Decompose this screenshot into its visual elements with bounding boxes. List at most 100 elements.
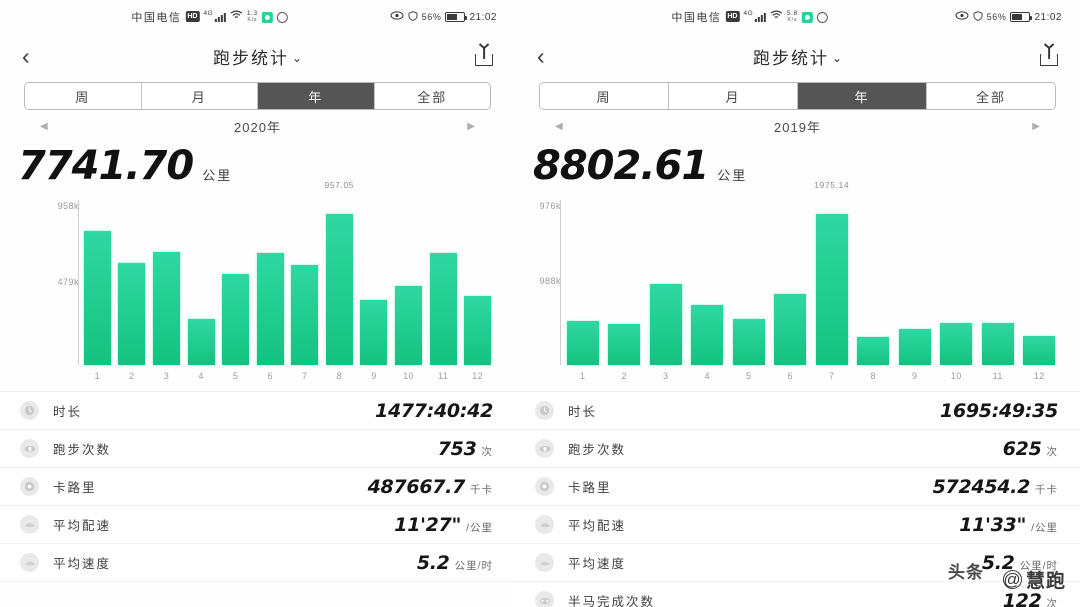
bar-month-4[interactable] <box>691 304 724 365</box>
tab-all[interactable]: 全部 <box>374 83 490 109</box>
network-speed-unit: K/s <box>787 16 798 23</box>
bar-cell <box>287 192 322 365</box>
stat-value: 11'27" <box>394 513 462 536</box>
stat-row[interactable]: 卡路里 487667.7 千卡 <box>0 468 515 506</box>
bar-month-11[interactable] <box>981 322 1014 365</box>
bar-month-6[interactable] <box>256 253 284 365</box>
stat-label: 平均配速 <box>568 519 627 533</box>
chevron-down-icon[interactable]: ⌄ <box>292 51 302 65</box>
bar-month-7[interactable]: 1975.14 <box>814 180 849 365</box>
stats-list: 时长 1477:40:42 跑步次数 753 次卡路里 487667.7 千卡 平均配速 11'… <box>0 391 515 582</box>
bar-month-6[interactable] <box>774 293 807 365</box>
signal-bar <box>214 19 217 22</box>
bar-month-5[interactable] <box>222 274 250 365</box>
stat-row[interactable]: 平均配速 11'33" /公里 <box>515 506 1080 544</box>
stat-value-wrap: 5.2 公里/时 <box>982 552 1058 574</box>
bar-cell <box>80 192 115 365</box>
bar-cell <box>184 192 219 365</box>
bar-month-8[interactable]: 957.05 <box>325 180 354 365</box>
x-axis-tick: 6 <box>787 371 793 381</box>
bar-month-7[interactable] <box>291 264 319 365</box>
bar-cell <box>770 192 812 365</box>
stat-row[interactable]: 平均速度 5.2 公里/时 <box>0 544 515 582</box>
stat-row[interactable]: 时长 1695:49:35 <box>515 392 1080 430</box>
stat-row[interactable]: 平均速度 5.2 公里/时 <box>515 544 1080 582</box>
back-button[interactable]: ‹ <box>22 44 30 68</box>
tab-year[interactable]: 年 <box>798 83 927 109</box>
stat-row[interactable]: 平均配速 11'27" /公里 <box>0 506 515 544</box>
bar-month-12[interactable] <box>464 295 492 365</box>
panel-inner: 中国电信 HD 4G 5.8 K/s 56% 21:02 ‹ 跑步统计 ⌄ 周月年全部 ◀ 2019年 ▶… <box>515 0 1080 607</box>
tab-month[interactable]: 月 <box>669 83 798 109</box>
stat-value: 11'33" <box>959 513 1027 536</box>
bar-cell <box>977 192 1019 365</box>
bar-month-11[interactable] <box>429 253 457 365</box>
network-type-label: 4G <box>743 10 754 17</box>
stat-row[interactable]: 时长 1477:40:42 <box>0 392 515 430</box>
period-next-button[interactable]: ▶ <box>467 121 475 132</box>
bar-month-10[interactable] <box>395 286 422 365</box>
signal-icon: 4G <box>203 10 226 22</box>
bar-cell <box>853 192 895 365</box>
period-prev-button[interactable]: ◀ <box>40 121 48 132</box>
stat-value: 625 <box>1002 437 1042 460</box>
bar-month-5[interactable] <box>732 318 765 365</box>
bar-month-4[interactable] <box>187 319 215 365</box>
tab-year[interactable]: 年 <box>258 83 375 109</box>
period-tabs: 周月年全部 <box>24 82 491 110</box>
bar-month-12[interactable] <box>1023 336 1056 365</box>
tab-week[interactable]: 周 <box>540 83 669 109</box>
bar-month-2[interactable] <box>118 262 146 365</box>
bar-month-2[interactable] <box>608 324 641 365</box>
bar-month-3[interactable] <box>649 283 682 365</box>
chevron-down-icon[interactable]: ⌄ <box>832 51 842 65</box>
stat-row[interactable]: 半马完成次数 122 次 <box>515 582 1080 607</box>
eye-icon <box>390 11 404 23</box>
x-axis-tick: 4 <box>198 371 204 381</box>
network-speed: 1.3 K/s <box>247 10 258 23</box>
period-next-button[interactable]: ▶ <box>1032 121 1040 132</box>
wifi-icon <box>770 10 783 23</box>
signal-bar <box>763 13 766 22</box>
x-axis-tick: 3 <box>663 371 669 381</box>
back-button[interactable]: ‹ <box>537 44 545 68</box>
stat-row[interactable]: 跑步次数 753 次 <box>0 430 515 468</box>
stat-unit: 公里/时 <box>454 559 493 572</box>
tab-week[interactable]: 周 <box>25 83 142 109</box>
stat-row[interactable]: 卡路里 572454.2 千卡 <box>515 468 1080 506</box>
stat-label: 卡路里 <box>53 481 97 495</box>
bar-cell <box>391 192 426 365</box>
bar-month-1[interactable] <box>83 231 111 365</box>
stat-row[interactable]: 跑步次数 625 次 <box>515 430 1080 468</box>
page-title: 跑步统计 ⌄ <box>0 44 515 69</box>
stat-unit: 千卡 <box>1035 483 1058 496</box>
bar-cell: 957.05 <box>322 180 357 365</box>
signal-bars-icon <box>754 12 766 22</box>
bar-month-10[interactable] <box>940 322 973 365</box>
distance-bar-chart: 976k 988k 1975.14 1 2 3 4 5 6 7 8 9 10 11 12 <box>515 180 1080 387</box>
bar-cell <box>728 192 770 365</box>
bar-month-9[interactable] <box>360 300 388 365</box>
battery-percent: 56% <box>986 12 1007 22</box>
panel-inner: 中国电信 HD 4G 1.3 K/s 56% 21:02 ‹ 跑步统计 ⌄ 周月年全部 ◀ 2020年 ▶… <box>0 0 515 607</box>
period-prev-button[interactable]: ◀ <box>555 121 563 132</box>
bar-month-8[interactable] <box>857 337 890 365</box>
x-axis-tick: 2 <box>129 371 135 381</box>
bar-month-9[interactable] <box>898 328 931 365</box>
share-button[interactable] <box>1040 46 1058 66</box>
x-axis-tick: 4 <box>704 371 710 381</box>
signal-bar <box>217 17 220 22</box>
bar-month-3[interactable] <box>152 251 180 365</box>
stat-value-wrap: 1695:49:35 <box>940 400 1058 422</box>
bar-month-1[interactable] <box>566 320 599 365</box>
gauge-icon <box>535 553 554 572</box>
stat-label: 平均速度 <box>53 557 112 571</box>
shoe-icon <box>535 439 554 458</box>
tab-all[interactable]: 全部 <box>927 83 1055 109</box>
stat-label: 卡路里 <box>568 481 612 495</box>
signal-bar <box>760 15 763 22</box>
tab-month[interactable]: 月 <box>141 83 258 109</box>
stat-label: 平均速度 <box>568 557 627 571</box>
share-button[interactable] <box>475 46 493 66</box>
stat-value-wrap: 753 次 <box>438 438 493 460</box>
